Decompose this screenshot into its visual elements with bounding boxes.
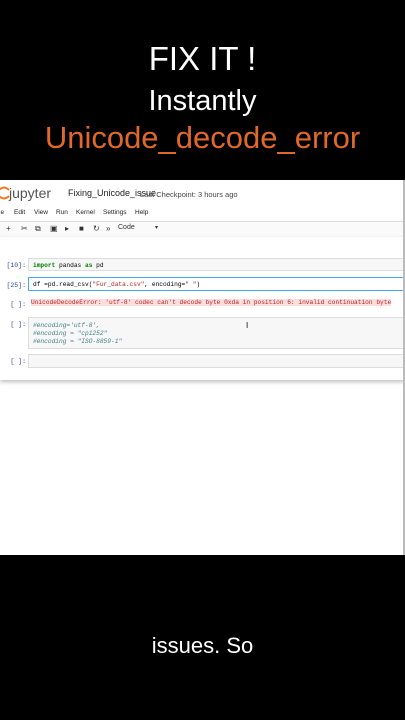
text-cursor-icon: I (246, 321, 249, 330)
cell-prompt: [ ]: (10, 358, 26, 365)
code-line: #encoding = "cp1252" (33, 330, 108, 337)
cell-prompt: [ ]: (10, 301, 26, 308)
menu-settings[interactable]: Settings (103, 209, 127, 216)
chevron-down-icon[interactable]: ▾ (155, 224, 158, 231)
headline-title: FIX IT ! (148, 40, 257, 77)
error-message: : 'utf-8' codec can't decode byte 0xda i… (97, 299, 392, 306)
plus-icon[interactable]: + (6, 224, 11, 233)
menu-kernel[interactable]: Kernel (76, 209, 95, 216)
cut-icon[interactable]: ✂ (21, 224, 28, 233)
toolbar: + ✂ ⧉ ▣ ▸ ■ ↻ » Code ▾ (0, 221, 405, 238)
copy-icon[interactable]: ⧉ (35, 224, 41, 234)
menu-help[interactable]: Help (135, 209, 148, 216)
menu-edit[interactable]: Edit (14, 209, 25, 216)
cell-prompt: [25]: (6, 282, 26, 289)
restart-icon[interactable]: ↻ (93, 224, 100, 233)
cell-type-select[interactable]: Code (118, 224, 135, 231)
paste-icon[interactable]: ▣ (50, 224, 58, 233)
error-name: UnicodeDecodeError (31, 299, 98, 306)
jupyter-header: jupyter Fixing_Unicode_issue Last Checkp… (0, 180, 405, 208)
stop-icon[interactable]: ■ (79, 224, 84, 233)
menu-run[interactable]: Run (56, 209, 68, 216)
cell-prompt: [ ]: (10, 321, 26, 328)
jupyter-brand[interactable]: jupyter (9, 185, 51, 201)
code-cell[interactable]: import pandas as pd (28, 258, 405, 271)
headline-error-name: Unicode_decode_error (44, 120, 361, 155)
code-cell-active[interactable]: df =pd.read_csv("Fur_data.csv", encoding… (28, 277, 405, 291)
video-caption: issues. So (151, 633, 254, 658)
fast-forward-icon[interactable]: » (106, 224, 110, 233)
run-icon[interactable]: ▸ (65, 224, 69, 233)
menu-bar: le Edit View Run Kernel Settings Help (0, 207, 405, 220)
jupyter-screenshot: jupyter Fixing_Unicode_issue Last Checkp… (0, 180, 405, 555)
cell-prompt: [10]: (6, 262, 26, 269)
menu-file[interactable]: le (0, 209, 4, 216)
headline-subtitle: Instantly (148, 85, 257, 117)
code-cell-empty[interactable] (28, 354, 405, 368)
error-output: UnicodeDecodeError: 'utf-8' codec can't … (28, 297, 405, 308)
code-line: #encoding = "ISO-8859-1" (33, 338, 123, 345)
code-line: #encoding='utf-8', (33, 322, 100, 329)
checkpoint-status: Last Checkpoint: 3 hours ago (140, 190, 238, 199)
code-cell[interactable]: #encoding='utf-8', #encoding = "cp1252" … (28, 317, 405, 349)
menu-view[interactable]: View (34, 209, 48, 216)
